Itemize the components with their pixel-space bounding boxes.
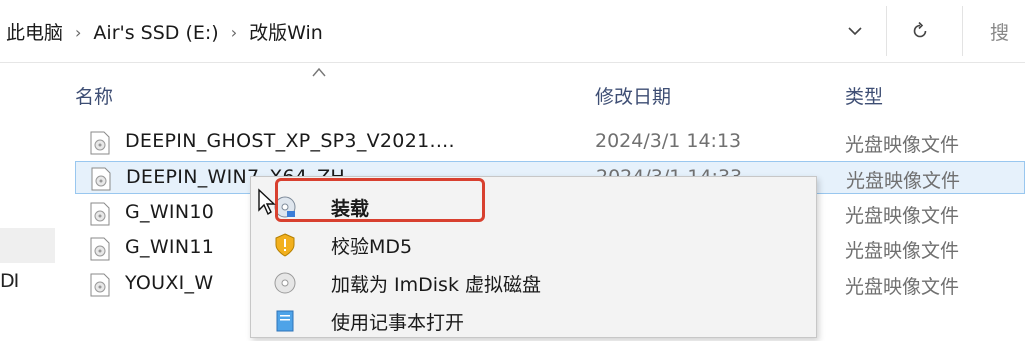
- divider: [886, 6, 887, 56]
- breadcrumb-folder[interactable]: 改版Win: [249, 22, 323, 44]
- history-dropdown-button[interactable]: [835, 14, 875, 48]
- annotation-highlight-box: [275, 178, 485, 222]
- menu-item-open-notepad[interactable]: 使用记事本打开: [251, 301, 816, 341]
- disc-image-file-icon: [90, 131, 110, 155]
- nav-pane-item-label[interactable]: DI: [0, 270, 19, 292]
- notepad-icon: [276, 310, 294, 332]
- column-header-name[interactable]: 名称: [75, 82, 113, 109]
- file-name: G_WIN11: [125, 236, 215, 258]
- file-type: 光盘映像文件: [846, 170, 961, 192]
- file-row[interactable]: DEEPIN_GHOST_XP_SP3_V2021.... 2024/3/1 1…: [75, 126, 1025, 159]
- nav-pane-item-selected[interactable]: [0, 228, 55, 263]
- address-bar: 此电脑 › Air's SSD (E:) › 改版Win 搜: [0, 0, 1025, 63]
- file-name: DEEPIN_GHOST_XP_SP3_V2021....: [125, 130, 455, 152]
- file-type: 光盘映像文件: [845, 134, 960, 156]
- file-type: 光盘映像文件: [845, 205, 960, 227]
- breadcrumb-separator-icon[interactable]: ›: [75, 23, 81, 42]
- menu-item-imdisk[interactable]: 加载为 ImDisk 虚拟磁盘: [251, 263, 816, 303]
- file-name: G_WIN10: [125, 201, 215, 223]
- file-name: YOUXI_W: [125, 272, 214, 294]
- disc-image-file-icon: [90, 237, 110, 261]
- column-header-bar: 名称 修改日期 类型: [0, 62, 1025, 122]
- breadcrumb: 此电脑 › Air's SSD (E:) › 改版Win: [6, 18, 323, 45]
- disc-image-file-icon: [90, 202, 110, 226]
- menu-item-label: 使用记事本打开: [331, 312, 465, 334]
- column-header-type[interactable]: 类型: [845, 82, 883, 109]
- chevron-down-icon: [848, 26, 862, 35]
- disc-image-file-icon: [90, 273, 110, 297]
- shield-warning-icon: [275, 233, 295, 257]
- disc-image-file-icon: [91, 167, 111, 191]
- breadcrumb-drive[interactable]: Air's SSD (E:): [93, 22, 218, 44]
- menu-item-verify-md5[interactable]: 校验MD5: [251, 225, 816, 265]
- mouse-cursor-icon: [258, 188, 276, 216]
- menu-item-label: 加载为 ImDisk 虚拟磁盘: [331, 274, 542, 296]
- file-type: 光盘映像文件: [845, 240, 960, 262]
- breadcrumb-separator-icon[interactable]: ›: [231, 23, 237, 42]
- refresh-icon: [913, 22, 927, 38]
- divider: [962, 6, 963, 56]
- menu-item-label: 校验MD5: [331, 236, 413, 258]
- disc-icon: [274, 272, 296, 294]
- file-type: 光盘映像文件: [845, 276, 960, 298]
- refresh-button[interactable]: [900, 14, 940, 48]
- sort-ascending-icon: [312, 67, 326, 77]
- search-box[interactable]: 搜: [990, 18, 1009, 45]
- breadcrumb-this-pc[interactable]: 此电脑: [6, 22, 63, 44]
- column-header-date[interactable]: 修改日期: [595, 82, 671, 109]
- file-date: 2024/3/1 14:13: [595, 130, 742, 152]
